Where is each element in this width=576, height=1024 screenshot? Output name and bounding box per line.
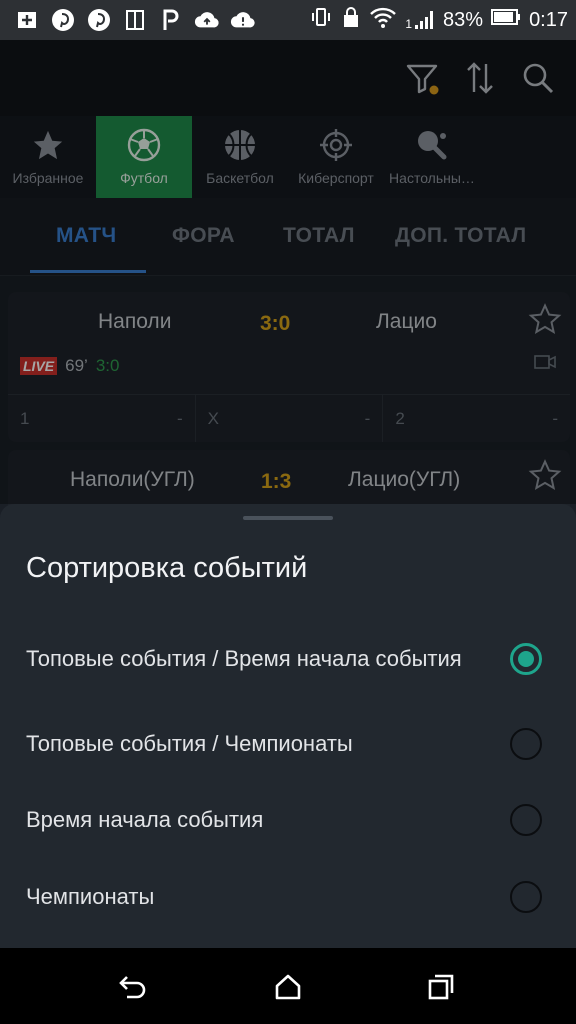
cloud-alert-icon — [230, 7, 256, 33]
radio-unselected[interactable] — [510, 881, 542, 913]
status-bar: 1 83% 0:17 — [0, 0, 576, 40]
sort-option-label: Топовые события / Чемпионаты — [26, 731, 353, 756]
radio-selected[interactable] — [510, 643, 542, 675]
reader-icon — [122, 7, 148, 33]
cell-signal-icon: 1 — [405, 9, 435, 31]
sort-bottom-sheet: Сортировка событий Топовые события / Вре… — [0, 504, 576, 948]
lock-icon — [341, 5, 361, 35]
battery-icon — [491, 8, 521, 32]
home-icon[interactable] — [271, 970, 305, 1004]
sort-option-top-championships[interactable]: Топовые события / Чемпионаты — [26, 726, 550, 762]
sort-option-championships[interactable]: Чемпионаты — [26, 879, 550, 915]
system-nav-bar — [0, 948, 576, 1024]
sort-option-label: Время начала события — [26, 807, 264, 832]
sheet-title: Сортировка событий — [26, 552, 308, 584]
vibrate-icon — [309, 5, 333, 35]
modal-scrim[interactable] — [0, 40, 576, 504]
pinterest-icon — [86, 7, 112, 33]
sort-option-label: Чемпионаты — [26, 884, 155, 909]
add-icon — [14, 7, 40, 33]
pinterest-icon — [50, 7, 76, 33]
sort-option-label: Топовые события / Время начала события — [26, 646, 462, 671]
recents-icon[interactable] — [424, 970, 458, 1004]
p-app-icon — [158, 7, 184, 33]
radio-unselected[interactable] — [510, 728, 542, 760]
sort-option-start-time[interactable]: Время начала события — [26, 802, 550, 838]
battery-percent: 83% — [443, 8, 484, 31]
radio-unselected[interactable] — [510, 804, 542, 836]
back-icon[interactable] — [116, 970, 150, 1004]
clock: 0:17 — [529, 8, 568, 31]
cloud-upload-icon — [194, 7, 220, 33]
sort-option-top-time[interactable]: Топовые события / Время начала события — [26, 626, 550, 692]
signal-label: 1 — [405, 17, 413, 31]
wifi-icon — [369, 5, 397, 35]
drag-handle[interactable] — [243, 516, 333, 520]
